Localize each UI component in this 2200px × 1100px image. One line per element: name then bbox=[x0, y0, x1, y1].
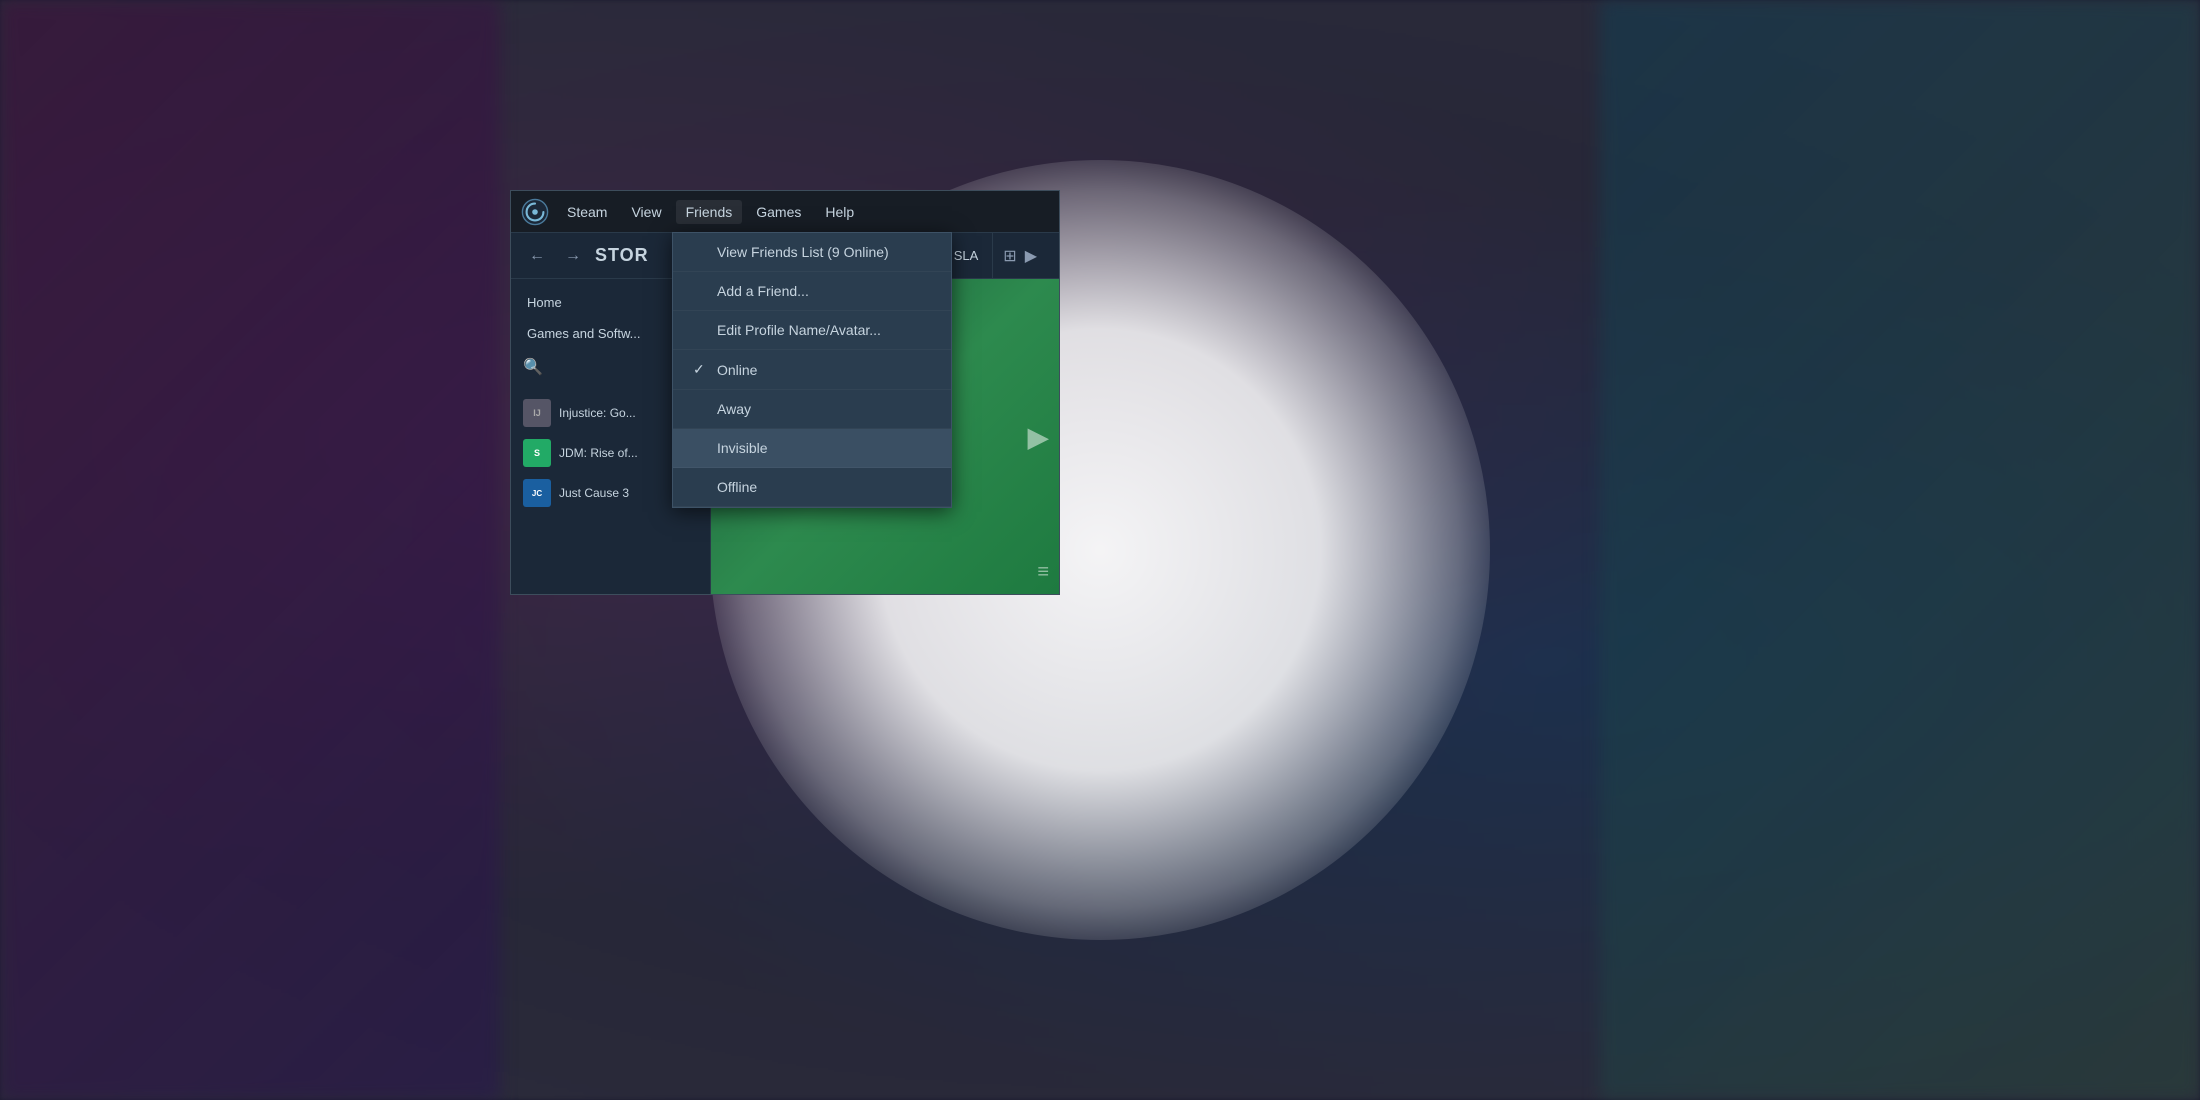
game-name-jdm: JDM: Rise of... bbox=[559, 446, 638, 460]
banner-menu-icon[interactable]: ≡ bbox=[1037, 561, 1049, 584]
game-thumb-jdm: S bbox=[523, 439, 551, 467]
check-add-friend bbox=[693, 283, 709, 299]
forward-button[interactable]: → bbox=[559, 243, 587, 269]
search-icon: 🔍 bbox=[523, 357, 543, 377]
steam-menu-item[interactable]: Steam bbox=[557, 200, 617, 224]
check-online: ✓ bbox=[693, 361, 709, 378]
dropdown-online[interactable]: ✓ Online bbox=[673, 350, 951, 390]
bg-game-left bbox=[0, 0, 500, 1100]
view-friends-label: View Friends List (9 Online) bbox=[717, 244, 889, 260]
banner-play-icon[interactable]: ▶ bbox=[1027, 420, 1049, 453]
dropdown-edit-profile[interactable]: Edit Profile Name/Avatar... bbox=[673, 311, 951, 350]
away-label: Away bbox=[717, 401, 751, 417]
game-name-injustice: Injustice: Go... bbox=[559, 406, 636, 420]
view-menu-item[interactable]: View bbox=[621, 200, 671, 224]
game-thumb-injustice: IJ bbox=[523, 399, 551, 427]
dropdown-offline[interactable]: Offline bbox=[673, 468, 951, 507]
check-edit-profile bbox=[693, 322, 709, 338]
dropdown-view-friends[interactable]: View Friends List (9 Online) bbox=[673, 233, 951, 272]
dropdown-invisible[interactable]: Invisible bbox=[673, 429, 951, 468]
edit-profile-label: Edit Profile Name/Avatar... bbox=[717, 322, 881, 338]
check-offline bbox=[693, 479, 709, 495]
dropdown-add-friend[interactable]: Add a Friend... bbox=[673, 272, 951, 311]
grid-view-icon[interactable]: ⊞ bbox=[1003, 246, 1016, 266]
check-away bbox=[693, 401, 709, 417]
game-name-justcause: Just Cause 3 bbox=[559, 486, 629, 500]
online-label: Online bbox=[717, 362, 757, 378]
help-menu-item[interactable]: Help bbox=[815, 200, 864, 224]
game-thumb-justcause: JC bbox=[523, 479, 551, 507]
friends-menu-item[interactable]: Friends bbox=[676, 200, 743, 224]
nav-title: STOR bbox=[595, 245, 649, 266]
dropdown-away[interactable]: Away bbox=[673, 390, 951, 429]
invisible-label: Invisible bbox=[717, 440, 768, 456]
bg-game-right bbox=[1600, 0, 2200, 1100]
add-friend-label: Add a Friend... bbox=[717, 283, 809, 299]
menu-bar: Steam View Friends Games Help bbox=[511, 191, 1059, 233]
back-button[interactable]: ← bbox=[523, 243, 551, 269]
check-invisible bbox=[693, 440, 709, 456]
offline-label: Offline bbox=[717, 479, 757, 495]
friends-dropdown: View Friends List (9 Online) Add a Frien… bbox=[672, 232, 952, 508]
check-view-friends bbox=[693, 244, 709, 260]
steam-logo-icon bbox=[521, 198, 549, 226]
games-menu-item[interactable]: Games bbox=[746, 200, 811, 224]
play-icon[interactable]: ▶ bbox=[1025, 246, 1037, 266]
